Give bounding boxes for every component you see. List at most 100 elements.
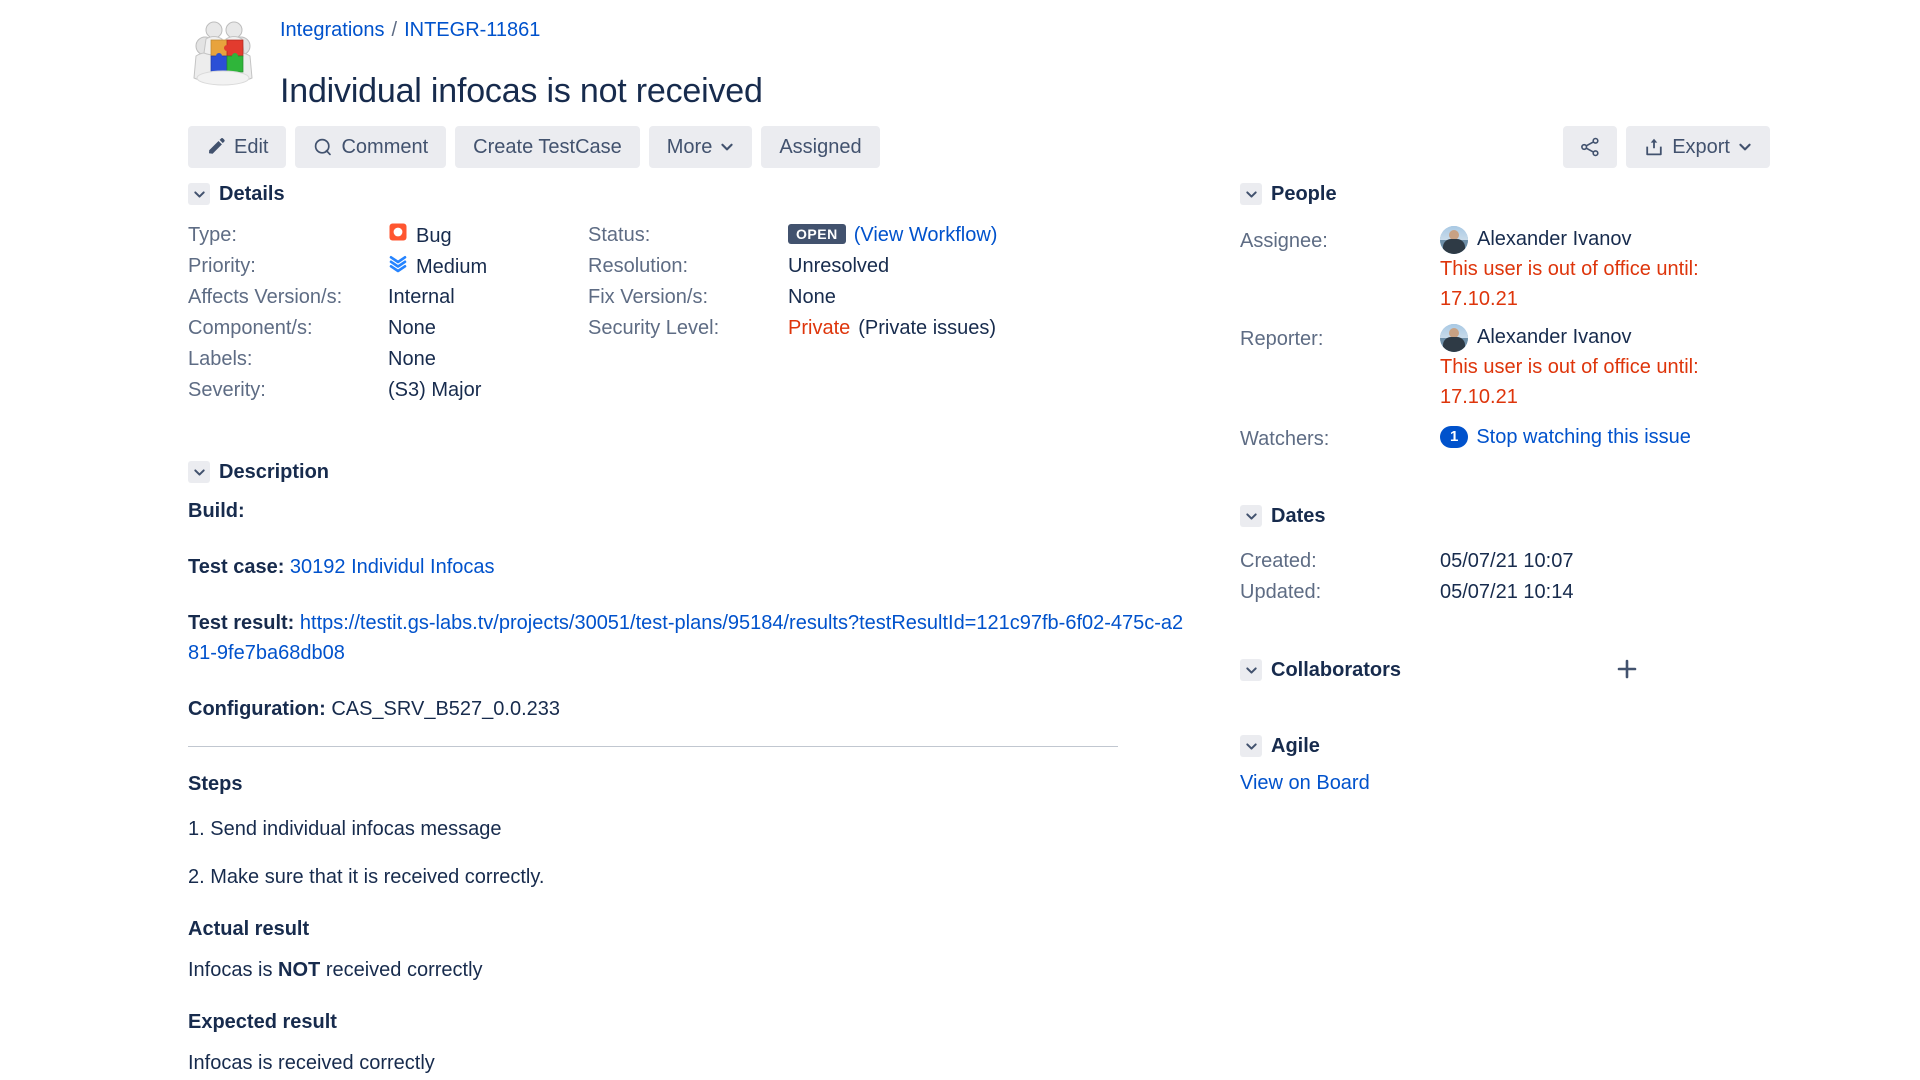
actual-result-emphasis: NOT (278, 959, 321, 981)
field-resolution: Resolution: Unresolved (588, 253, 997, 284)
actual-result-post: received correctly (320, 959, 483, 981)
updated-value: 05/07/21 10:14 (1440, 581, 1574, 603)
assignee-label: Assignee: (1240, 230, 1328, 252)
edit-button[interactable]: Edit (188, 126, 287, 168)
field-priority-label: Priority: (188, 255, 256, 277)
export-button[interactable]: Export (1626, 126, 1770, 168)
more-button-label: More (666, 135, 713, 158)
comment-bubble-icon (313, 137, 333, 157)
field-priority: Priority: Medium (188, 253, 487, 284)
details-left-fields: Type: Bug Priority: Medium Affects Versi… (188, 222, 487, 408)
actual-result-pre: Infocas is (188, 959, 279, 981)
comment-button-label: Comment (341, 135, 429, 158)
watchers-label: Watchers: (1240, 428, 1330, 450)
chevron-down-icon[interactable] (1240, 659, 1262, 681)
assigned-button[interactable]: Assigned (761, 126, 880, 168)
breadcrumb-separator: / (391, 19, 398, 41)
field-labels-label: Labels: (188, 348, 253, 370)
people-section-title: People (1271, 182, 1337, 205)
stop-watching-link[interactable]: Stop watching this issue (1476, 426, 1691, 448)
field-resolution-label: Resolution: (588, 255, 689, 277)
dates-section-header[interactable]: Dates (1240, 502, 1760, 530)
chevron-down-icon[interactable] (1240, 735, 1262, 757)
description-section: Description Build: Test case: 30192 Indi… (188, 458, 1188, 1078)
assignee-value: Alexander Ivanov This user is out of off… (1440, 224, 1740, 314)
details-field-grid: Type: Bug Priority: Medium Affects Versi… (188, 222, 1188, 422)
field-labels: Labels: None (188, 346, 487, 377)
assignee-user[interactable]: Alexander Ivanov (1440, 224, 1740, 254)
people-section-header[interactable]: People (1240, 180, 1760, 208)
avatar (1440, 226, 1468, 254)
field-labels-value: None (388, 348, 436, 370)
chevron-down-icon[interactable] (1240, 183, 1262, 205)
chevron-down-icon[interactable] (1240, 505, 1262, 527)
agile-section-title: Agile (1271, 734, 1320, 757)
description-section-header[interactable]: Description (188, 458, 1188, 486)
field-affects-version-value: Internal (388, 286, 455, 308)
assignee-name: Alexander Ivanov (1477, 228, 1632, 250)
view-on-board-link[interactable]: View on Board (1240, 772, 1370, 794)
agile-section-header[interactable]: Agile (1240, 732, 1760, 760)
field-affects-version: Affects Version/s: Internal (188, 284, 487, 315)
actual-result-heading: Actual result (188, 918, 310, 940)
updated-label: Updated: (1240, 581, 1322, 603)
issue-toolbar-right: Export (1563, 126, 1770, 168)
testresult-link[interactable]: https://testit.gs-labs.tv/projects/30051… (188, 612, 1183, 664)
dates-section-title: Dates (1271, 504, 1326, 527)
page-title: Individual infocas is not received (280, 71, 763, 110)
details-section-header[interactable]: Details (188, 180, 1188, 208)
breadcrumb-project-link[interactable]: Integrations (280, 19, 385, 41)
more-button[interactable]: More (648, 126, 753, 168)
field-type-value: Bug (388, 222, 452, 249)
field-status-label: Status: (588, 224, 651, 246)
people-fields: Assignee: Alexander Ivanov This user is … (1240, 224, 1760, 456)
description-testcase-line: Test case: 30192 Individul Infocas (188, 552, 1188, 582)
security-level-suffix: (Private issues) (858, 317, 997, 339)
chevron-down-icon (720, 140, 734, 154)
upload-box-icon (1644, 137, 1664, 157)
reporter-value: Alexander Ivanov This user is out of off… (1440, 322, 1740, 412)
expected-result-text: Infocas is received correctly (188, 1052, 435, 1074)
created-label: Created: (1240, 550, 1317, 572)
reporter-label: Reporter: (1240, 328, 1324, 350)
security-level-text: Private (788, 317, 851, 339)
collaborators-section-header[interactable]: Collaborators (1240, 656, 1760, 684)
avatar (1440, 324, 1468, 352)
steps-heading: Steps (188, 773, 243, 795)
description-section-title: Description (219, 460, 330, 483)
view-workflow-link[interactable]: (View Workflow) (854, 222, 998, 248)
chevron-down-icon (1738, 140, 1752, 154)
plus-icon[interactable] (1614, 656, 1640, 682)
comment-button[interactable]: Comment (295, 126, 447, 168)
chevron-down-icon[interactable] (188, 183, 210, 205)
testcase-label: Test case: (188, 556, 285, 578)
field-status: Status: OPEN (View Workflow) (588, 222, 997, 253)
testcase-link[interactable]: 30192 Individul Infocas (290, 556, 495, 578)
field-fix-version-value: None (788, 286, 836, 308)
field-security-level-label: Security Level: (588, 317, 720, 339)
chevron-down-icon[interactable] (188, 461, 210, 483)
dates-fields: Created: 05/07/21 10:07 Updated: 05/07/2… (1240, 546, 1760, 608)
integrations-puzzle-icon (185, 16, 261, 92)
field-type-label: Type: (188, 224, 237, 246)
issue-toolbar: Edit Comment Create TestCase More Assign… (188, 126, 880, 168)
field-resolution-value: Unresolved (788, 255, 890, 277)
step-item: 2. Make sure that it is received correct… (188, 866, 545, 888)
assignee-out-of-office: This user is out of office until: 17.10.… (1440, 258, 1699, 310)
field-reporter: Reporter: Alexander Ivanov This user is … (1240, 322, 1760, 412)
description-divider (188, 746, 1118, 747)
details-section-title: Details (219, 182, 285, 205)
share-button[interactable] (1563, 126, 1618, 168)
step-item: 1. Send individual infocas message (188, 818, 502, 840)
configuration-label: Configuration: (188, 698, 326, 720)
field-severity: Severity: (S3) Major (188, 377, 487, 408)
field-affects-version-label: Affects Version/s: (188, 286, 343, 308)
watchers-value: 1 Stop watching this issue (1440, 422, 1740, 452)
create-testcase-button[interactable]: Create TestCase (455, 126, 640, 168)
issue-sidebar: People Assignee: Alexander Ivanov This u… (1240, 180, 1760, 795)
breadcrumb-issue-link[interactable]: INTEGR-11861 (404, 19, 540, 41)
reporter-user[interactable]: Alexander Ivanov (1440, 322, 1740, 352)
description-testresult-line: Test result: https://testit.gs-labs.tv/p… (188, 608, 1188, 668)
collaborators-section-title: Collaborators (1271, 658, 1402, 681)
field-fix-version-label: Fix Version/s: (588, 286, 709, 308)
